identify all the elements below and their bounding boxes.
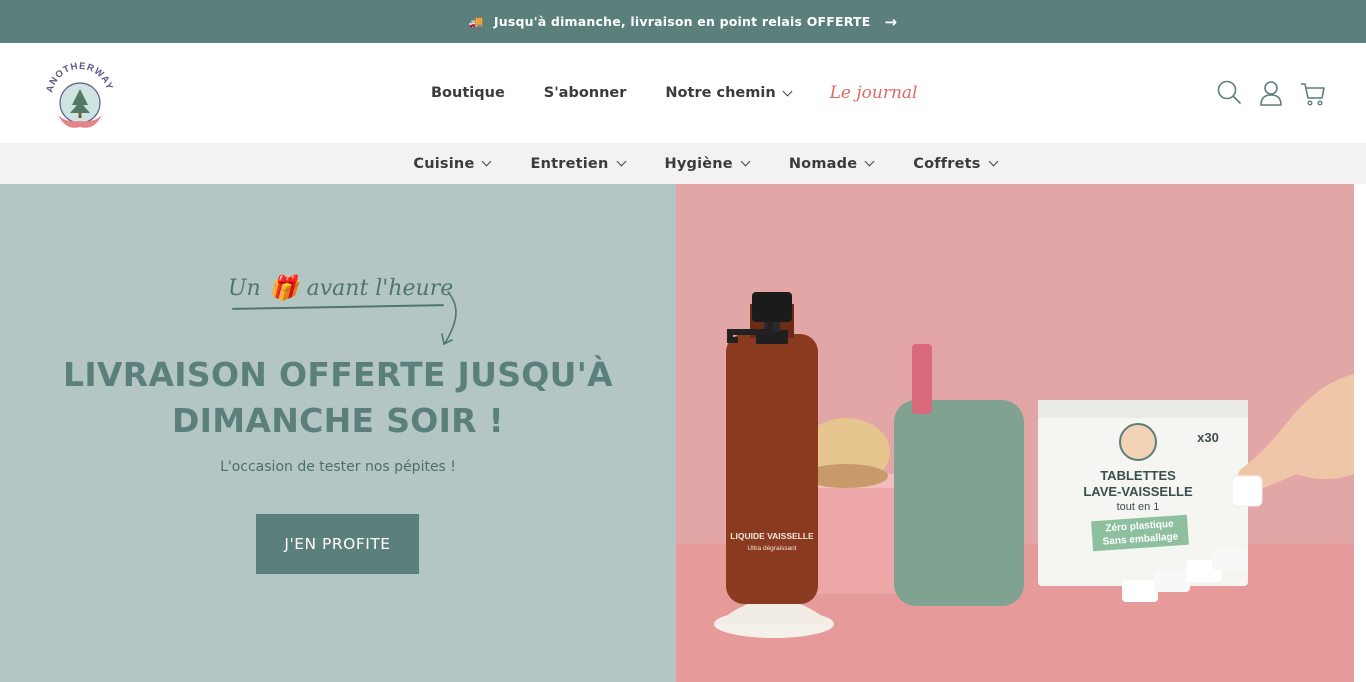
chevron-down-icon <box>864 156 875 167</box>
hero-product-image[interactable]: LIQUIDE VAISSELLE Ultra dégraissant x30 … <box>676 184 1354 682</box>
category-nomade[interactable]: Nomade <box>789 156 875 172</box>
hero-text-panel: Un 🎁 avant l'heure LIVRAISON OFFERTE JUS… <box>0 184 676 682</box>
box-count: x30 <box>1197 430 1219 445</box>
box-title-3: tout en 1 <box>1117 501 1160 513</box>
category-cuisine[interactable]: Cuisine <box>413 156 492 172</box>
nav-notre-chemin[interactable]: Notre chemin <box>665 85 793 101</box>
chevron-down-icon <box>740 156 751 167</box>
site-header: ANOTHERWAY Boutique S'abonner Notre chem… <box>0 43 1366 143</box>
arrow-right-icon: → <box>884 12 898 31</box>
search-icon[interactable] <box>1216 79 1242 107</box>
script-underline <box>231 304 445 310</box>
hero-script-tagline: Un 🎁 avant l'heure <box>228 274 454 302</box>
hero-edge <box>1354 184 1366 682</box>
category-coffrets[interactable]: Coffrets <box>913 156 999 172</box>
box-title-2: LAVE-VAISSELLE <box>1083 484 1193 499</box>
curved-arrow-icon <box>441 291 457 346</box>
chevron-down-icon <box>988 156 999 167</box>
gift-icon: 🎁 <box>268 274 299 302</box>
chevron-down-icon <box>616 156 626 167</box>
brand-logo[interactable]: ANOTHERWAY <box>42 57 118 133</box>
hero-headline: LIVRAISON OFFERTE JUSQU'À DIMANCHE SOIR … <box>63 355 613 440</box>
announcement-text: Jusqu'à dimanche, livraison en point rel… <box>493 14 871 29</box>
bottle-sublabel: Ultra dégraissant <box>747 545 796 552</box>
chevron-down-icon <box>482 156 492 167</box>
cta-button[interactable]: J'EN PROFITE <box>256 514 419 574</box>
box-title-1: TABLETTES <box>1100 468 1176 483</box>
announcement-bar[interactable]: 🚚 Jusqu'à dimanche, livraison en point r… <box>0 0 1366 43</box>
hero-subtext: L'occasion de tester nos pépites ! <box>220 459 456 475</box>
nav-le-journal[interactable]: Le journal <box>830 83 918 103</box>
chevron-down-icon <box>782 86 793 96</box>
nav-boutique[interactable]: Boutique <box>431 85 505 101</box>
account-icon[interactable] <box>1258 79 1284 107</box>
product-photo: LIQUIDE VAISSELLE Ultra dégraissant x30 … <box>676 292 1354 682</box>
bottle-label: LIQUIDE VAISSELLE <box>730 531 814 541</box>
category-entretien[interactable]: Entretien <box>530 156 626 172</box>
nav-sabonner[interactable]: S'abonner <box>544 85 627 101</box>
cart-icon[interactable] <box>1300 79 1326 107</box>
main-nav: Boutique S'abonner Notre chemin Le journ… <box>431 43 918 143</box>
hero-banner: Un 🎁 avant l'heure LIVRAISON OFFERTE JUS… <box>0 184 1366 682</box>
header-icons <box>1216 79 1326 107</box>
delivery-truck-icon: 🚚 <box>468 14 484 29</box>
category-nav: Cuisine Entretien Hygiène Nomade Coffret… <box>0 143 1366 184</box>
category-hygiene[interactable]: Hygiène <box>665 156 751 172</box>
